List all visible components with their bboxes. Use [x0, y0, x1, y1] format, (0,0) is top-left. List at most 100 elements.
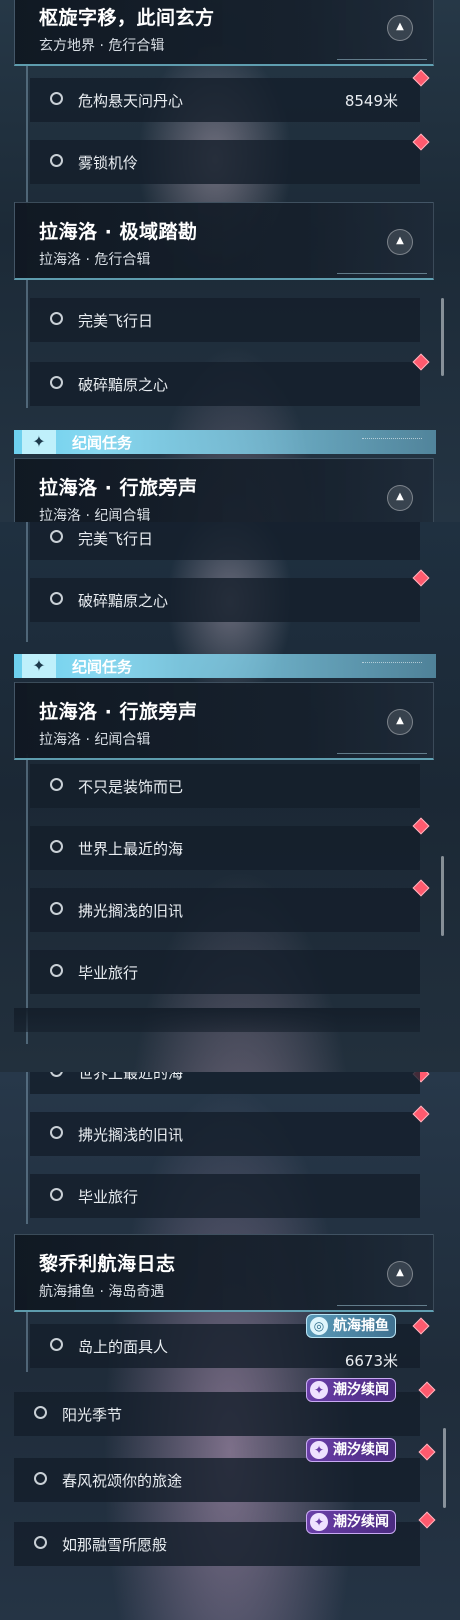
chevron-up-icon[interactable]: ▲	[387, 485, 413, 511]
quest-label: 危构悬天问丹心	[78, 92, 184, 110]
quest-item[interactable]: 毕业旅行	[30, 950, 420, 994]
category-banner: ✦ 纪闻任务	[14, 430, 436, 454]
quest-tag: ✦ 潮汐续闻	[306, 1510, 396, 1534]
circle-icon	[34, 1536, 47, 1549]
quest-item[interactable]: 完美飞行日	[30, 298, 420, 342]
circle-icon	[50, 902, 63, 915]
tag-label: 潮汐续闻	[333, 1382, 389, 1398]
tree-line	[26, 278, 28, 408]
chevron-up-icon[interactable]: ▲	[387, 15, 413, 41]
quest-label: 完美飞行日	[78, 530, 154, 548]
quest-distance: 8549米	[344, 92, 398, 110]
tag-label: 潮汐续闻	[333, 1514, 389, 1530]
circle-icon	[50, 1338, 63, 1351]
quest-group-header[interactable]: 黎乔利航海日志 航海捕鱼 · 海岛奇遇 ▲	[14, 1234, 434, 1312]
tag-label: 航海捕鱼	[333, 1318, 389, 1334]
quest-item[interactable]: 拂光搁浅的旧讯	[30, 1112, 420, 1156]
quest-label: 雾锁机伶	[78, 154, 139, 172]
quest-item[interactable]: 世界上最近的海	[30, 826, 420, 870]
tree-line	[26, 754, 28, 1044]
circle-icon	[50, 154, 63, 167]
tree-line	[26, 66, 28, 206]
circle-icon	[34, 1472, 47, 1485]
circle-icon	[50, 1188, 63, 1201]
quest-item[interactable]: 春风祝颂你的旅途	[14, 1458, 420, 1502]
quest-group-header[interactable]: 枢旋字移，此间玄方 玄方地界 · 危行合辑 ▲	[14, 0, 434, 66]
tide-icon: ✦	[310, 1441, 328, 1459]
category-banner: ✦ 纪闻任务	[14, 654, 436, 678]
circle-icon	[50, 778, 63, 791]
quest-tag: ✦ 潮汐续闻	[306, 1438, 396, 1462]
decor-line	[362, 662, 422, 669]
quest-label: 拂光搁浅的旧讯	[78, 1126, 184, 1144]
quest-item[interactable]: 完美飞行日	[30, 522, 420, 560]
group-title: 枢旋字移，此间玄方	[39, 7, 215, 29]
tide-icon: ✦	[310, 1513, 328, 1531]
quest-item[interactable]: 不只是装饰而已	[30, 764, 420, 808]
panel-2: 完美飞行日 破碎黯原之心 ✦ 纪闻任务 拉海洛 · 行旅旁声 拉海洛 · 纪闻合…	[0, 522, 460, 1072]
group-subtitle: 航海捕鱼 · 海岛奇遇	[39, 1284, 165, 1300]
scrollbar[interactable]	[441, 298, 444, 376]
group-subtitle: 拉海洛 · 纪闻合辑	[39, 732, 151, 748]
tide-icon: ✦	[310, 1381, 328, 1399]
group-subtitle: 拉海洛 · 纪闻合辑	[39, 508, 151, 522]
quest-item[interactable]: 世界上最近的海	[30, 1072, 420, 1094]
tag-label: 潮汐续闻	[333, 1442, 389, 1458]
scrollbar[interactable]	[441, 856, 444, 936]
quest-label: 岛上的面具人	[78, 1338, 169, 1356]
quest-item[interactable]: 危构悬天问丹心 8549米	[30, 78, 420, 122]
group-title: 拉海洛 · 行旅旁声	[39, 701, 198, 723]
list-fade	[14, 1008, 420, 1032]
circle-icon	[50, 312, 63, 325]
quest-label: 世界上最近的海	[78, 1072, 184, 1082]
circle-icon	[50, 92, 63, 105]
circle-icon	[50, 1072, 63, 1077]
scrollbar[interactable]	[443, 1428, 446, 1508]
quest-label: 如那融雪所愿般	[62, 1536, 168, 1554]
panel-1: 枢旋字移，此间玄方 玄方地界 · 危行合辑 ▲ 危构悬天问丹心 8549米 雾锁…	[0, 0, 460, 522]
group-title: 黎乔利航海日志	[39, 1253, 176, 1275]
tree-line	[26, 1312, 28, 1372]
circle-icon	[50, 592, 63, 605]
chevron-up-icon[interactable]: ▲	[387, 1261, 413, 1287]
group-subtitle: 玄方地界 · 危行合辑	[39, 38, 165, 54]
quest-tag: ✦ 潮汐续闻	[306, 1378, 396, 1402]
quest-label: 毕业旅行	[78, 964, 139, 982]
circle-icon	[50, 840, 63, 853]
quest-label: 破碎黯原之心	[78, 592, 169, 610]
quest-item[interactable]: 破碎黯原之心	[30, 578, 420, 622]
quest-label: 完美飞行日	[78, 312, 154, 330]
banner-label: 纪闻任务	[72, 434, 133, 452]
panel-3: 世界上最近的海 拂光搁浅的旧讯 毕业旅行 黎乔利航海日志 航海捕鱼 · 海岛奇遇…	[0, 1072, 460, 1620]
quest-item[interactable]: 毕业旅行	[30, 1174, 420, 1218]
chevron-up-icon[interactable]: ▲	[387, 709, 413, 735]
quest-label: 毕业旅行	[78, 1188, 139, 1206]
group-subtitle: 拉海洛 · 危行合辑	[39, 252, 151, 268]
quest-label: 世界上最近的海	[78, 840, 184, 858]
quest-group-header[interactable]: 拉海洛 · 行旅旁声 拉海洛 · 纪闻合辑 ▲	[14, 682, 434, 760]
quest-label: 破碎黯原之心	[78, 376, 169, 394]
circle-icon	[34, 1406, 47, 1419]
quest-item[interactable]: 雾锁机伶	[30, 140, 420, 184]
decor-line	[337, 259, 427, 274]
quest-tag: ◎ 航海捕鱼	[306, 1314, 396, 1338]
fish-icon: ◎	[310, 1317, 328, 1335]
chevron-up-icon[interactable]: ▲	[387, 229, 413, 255]
tree-line	[26, 522, 28, 642]
circle-icon	[50, 530, 63, 543]
decor-line	[337, 1291, 427, 1306]
quest-item[interactable]: 拂光搁浅的旧讯	[30, 888, 420, 932]
quest-label: 阳光季节	[62, 1406, 123, 1424]
decor-line	[337, 45, 427, 60]
decor-line	[337, 739, 427, 754]
quest-group-header[interactable]: 拉海洛 · 极域踏勘 拉海洛 · 危行合辑 ▲	[14, 202, 434, 280]
quest-item[interactable]: 破碎黯原之心	[30, 362, 420, 406]
quest-group-header[interactable]: 拉海洛 · 行旅旁声 拉海洛 · 纪闻合辑 ▲	[14, 458, 434, 522]
group-title: 拉海洛 · 极域踏勘	[39, 221, 198, 243]
sparkle-icon: ✦	[22, 654, 56, 678]
circle-icon	[50, 1126, 63, 1139]
sparkle-icon: ✦	[22, 430, 56, 454]
circle-icon	[50, 376, 63, 389]
quest-label: 春风祝颂你的旅途	[62, 1472, 183, 1490]
quest-label: 拂光搁浅的旧讯	[78, 902, 184, 920]
